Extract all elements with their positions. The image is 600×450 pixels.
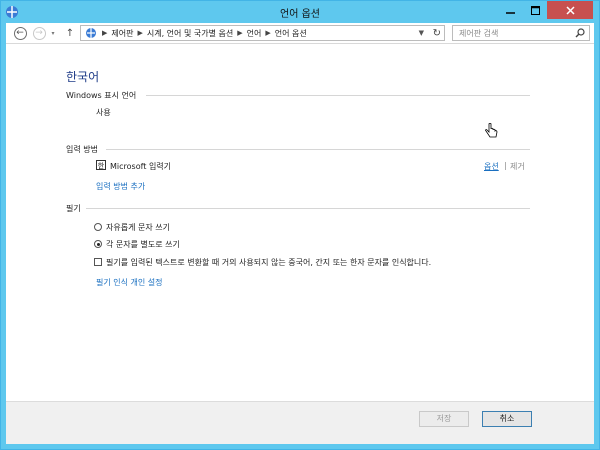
link-separator: | xyxy=(504,161,507,170)
maximize-button[interactable] xyxy=(523,1,547,19)
ime-options-link[interactable]: 옵션 xyxy=(484,161,499,172)
breadcrumb-separator-icon: ▶ xyxy=(237,29,243,37)
input-method-label: 입력 방법 xyxy=(66,145,98,154)
personalize-handwriting-link[interactable]: 필기 인식 개인 설정 xyxy=(96,277,163,288)
ime-remove-link[interactable]: 제거 xyxy=(510,161,525,172)
minimize-icon xyxy=(505,11,515,14)
section-divider xyxy=(86,208,530,209)
rare-chars-checkbox-label[interactable]: 필기를 입력된 텍스트로 변환할 때 거의 사용되지 않는 중국어, 간지 또는… xyxy=(106,257,431,268)
breadcrumb-item[interactable]: 언어 옵션 xyxy=(275,28,307,39)
per-char-radio[interactable] xyxy=(94,240,102,248)
forward-arrow-icon: → xyxy=(32,26,46,40)
content-pane: 한국어 Windows 표시 언어 사용 입력 방법 한 Microsoft 입… xyxy=(6,44,594,401)
freeform-radio[interactable] xyxy=(94,223,102,231)
cancel-button[interactable]: 취소 xyxy=(482,411,532,427)
display-language-value: 사용 xyxy=(96,108,111,117)
search-box[interactable]: 제어판 검색 xyxy=(452,25,590,41)
title-bar[interactable]: 언어 옵션 xyxy=(1,1,599,23)
per-char-radio-label[interactable]: 각 문자를 별도로 쓰기 xyxy=(106,239,180,250)
rare-chars-checkbox[interactable] xyxy=(94,258,102,266)
section-divider xyxy=(106,149,530,150)
ime-icon: 한 xyxy=(96,160,106,170)
refresh-icon[interactable]: ↻ xyxy=(433,26,441,40)
forward-button[interactable]: → xyxy=(31,25,47,41)
address-dropdown-icon[interactable]: ▼ xyxy=(419,26,424,40)
hand-cursor-icon xyxy=(485,123,498,138)
breadcrumb-separator-icon: ▶ xyxy=(102,29,108,37)
add-input-method-link[interactable]: 입력 방법 추가 xyxy=(96,181,145,192)
minimize-button[interactable] xyxy=(497,1,523,19)
save-button[interactable]: 저장 xyxy=(419,411,469,427)
control-panel-icon xyxy=(86,28,96,38)
breadcrumb-item[interactable]: 시계, 언어 및 국가별 옵션 xyxy=(147,28,233,39)
search-placeholder: 제어판 검색 xyxy=(459,29,499,38)
up-arrow-icon: ↑ xyxy=(65,27,75,39)
close-button[interactable] xyxy=(547,1,593,19)
breadcrumb-separator-icon: ▶ xyxy=(137,29,143,37)
recent-locations-button[interactable]: ▾ xyxy=(48,25,58,41)
ime-name: Microsoft 입력기 xyxy=(110,162,172,171)
window: 언어 옵션 ← → ▾ ↑ ▶ 제어판 ▶ 시계, 언어 및 국가별 옵션 ▶ … xyxy=(0,0,600,450)
breadcrumb-separator-icon: ▶ xyxy=(265,29,271,37)
display-language-label: Windows 표시 언어 xyxy=(66,91,137,100)
breadcrumb-item[interactable]: 제어판 xyxy=(111,28,133,39)
navigation-bar: ← → ▾ ↑ ▶ 제어판 ▶ 시계, 언어 및 국가별 옵션 ▶ 언어 ▶ 언… xyxy=(6,23,594,44)
section-divider xyxy=(146,95,530,96)
page-title: 한국어 xyxy=(66,70,100,84)
breadcrumb-item[interactable]: 언어 xyxy=(247,28,262,39)
up-button[interactable]: ↑ xyxy=(62,25,78,41)
back-arrow-icon: ← xyxy=(13,26,27,40)
footer-bar: 저장 취소 xyxy=(6,401,594,444)
maximize-icon xyxy=(530,5,540,15)
back-button[interactable]: ← xyxy=(12,25,28,41)
chevron-down-icon: ▾ xyxy=(51,29,55,37)
close-icon xyxy=(565,5,575,15)
handwriting-label: 필기 xyxy=(66,204,81,213)
search-icon[interactable] xyxy=(575,28,585,38)
freeform-radio-label[interactable]: 자유롭게 문자 쓰기 xyxy=(106,222,170,233)
address-bar[interactable]: ▶ 제어판 ▶ 시계, 언어 및 국가별 옵션 ▶ 언어 ▶ 언어 옵션 ▼ ↻ xyxy=(80,25,445,41)
